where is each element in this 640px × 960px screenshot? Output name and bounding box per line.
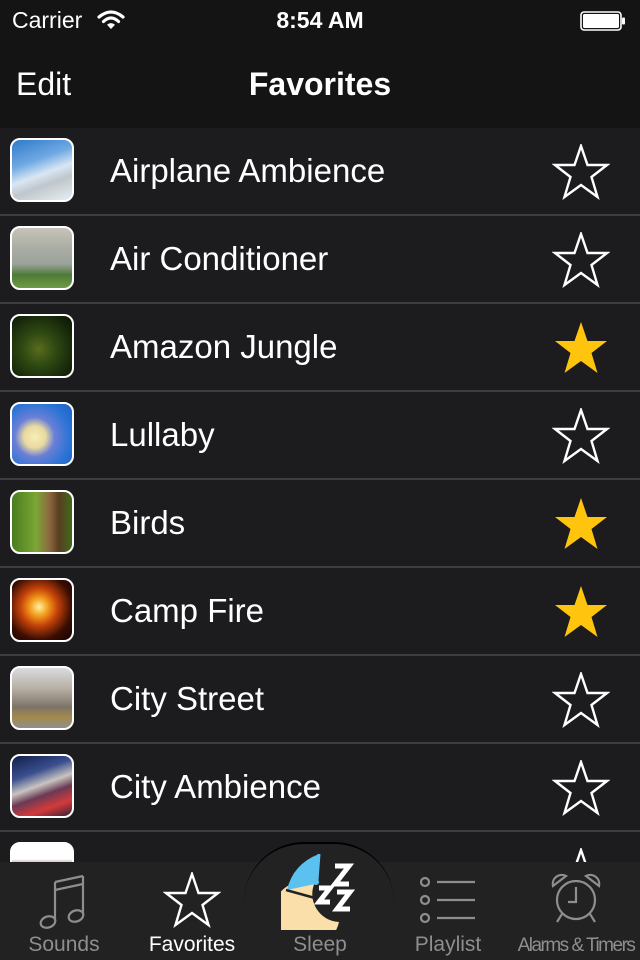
list-item[interactable]: Amazon Jungle — [0, 304, 640, 392]
alarm-clock-icon — [551, 873, 601, 923]
status-bar: Carrier 8:54 AM — [0, 0, 640, 40]
sound-list[interactable]: Airplane Ambience Air Conditioner Amazon J… — [0, 128, 640, 862]
navigation-bar: Edit Favorites — [0, 40, 640, 128]
star-outline-icon[interactable] — [552, 672, 610, 728]
sound-name: City Street — [110, 680, 265, 717]
edit-button[interactable]: Edit — [16, 66, 71, 103]
sound-name: Birds — [110, 504, 186, 541]
music-note-icon — [39, 874, 85, 929]
tab-label: Sounds — [28, 933, 100, 956]
star-outline-icon[interactable] — [552, 760, 610, 816]
tab-alarms-timers[interactable]: Alarms & Timers — [512, 862, 640, 960]
tab-sounds[interactable]: Sounds — [0, 862, 128, 960]
city-street-thumbnail — [10, 666, 74, 730]
list-icon — [419, 876, 475, 924]
lullaby-thumbnail — [10, 402, 74, 466]
campfire-thumbnail — [10, 578, 74, 642]
airplane-thumbnail — [10, 138, 74, 202]
sound-name: Air Conditioner — [110, 240, 329, 277]
clock-thumbnail — [10, 842, 74, 862]
sound-name: City Ambience — [110, 768, 321, 805]
sound-name: Lullaby — [110, 416, 215, 453]
sound-name: Camp Fire — [110, 592, 265, 629]
sound-name: Airplane Ambience — [110, 152, 386, 189]
clock: 8:54 AM — [276, 7, 364, 33]
star-filled-icon[interactable] — [552, 320, 610, 376]
star-icon — [163, 872, 221, 928]
list-item[interactable]: Camp Fire — [0, 568, 640, 656]
star-outline-icon[interactable] — [552, 144, 610, 200]
city-ambience-thumbnail — [10, 754, 74, 818]
tab-label: Sleep — [293, 933, 347, 956]
air-conditioner-thumbnail — [10, 226, 74, 290]
tab-label: Favorites — [148, 933, 236, 956]
page-title: Favorites — [248, 66, 392, 102]
battery-full-icon — [580, 11, 625, 31]
jungle-thumbnail — [10, 314, 74, 378]
tab-favorites[interactable]: Favorites — [128, 862, 256, 960]
tab-playlist[interactable]: Playlist — [384, 862, 512, 960]
sound-name: Amazon Jungle — [110, 328, 338, 365]
birds-thumbnail — [10, 490, 74, 554]
sleep-moon-icon[interactable] — [281, 846, 359, 930]
list-item[interactable]: Lullaby — [0, 392, 640, 480]
list-item[interactable]: Birds — [0, 480, 640, 568]
star-filled-icon[interactable] — [552, 584, 610, 640]
star-outline-icon[interactable] — [552, 848, 610, 862]
list-item[interactable]: Air Conditioner — [0, 216, 640, 304]
tab-label: Alarms & Timers — [517, 935, 636, 956]
star-outline-icon[interactable] — [552, 408, 610, 464]
star-filled-icon[interactable] — [552, 496, 610, 552]
tab-label: Playlist — [414, 933, 482, 956]
list-item[interactable]: Airplane Ambience — [0, 128, 640, 216]
list-item[interactable]: City Street — [0, 656, 640, 744]
list-item[interactable]: City Ambience — [0, 744, 640, 832]
star-outline-icon[interactable] — [552, 232, 610, 288]
